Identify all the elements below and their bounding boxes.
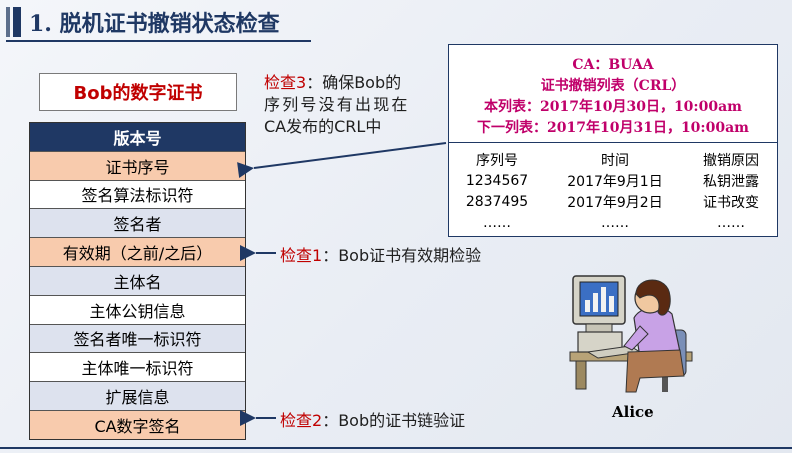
diagram-overlay [237, 142, 693, 426]
check3-arrow [237, 142, 447, 178]
bottom-divider [0, 447, 792, 449]
alice-label: Alice [612, 403, 654, 421]
alice-computer-icon [569, 275, 693, 393]
